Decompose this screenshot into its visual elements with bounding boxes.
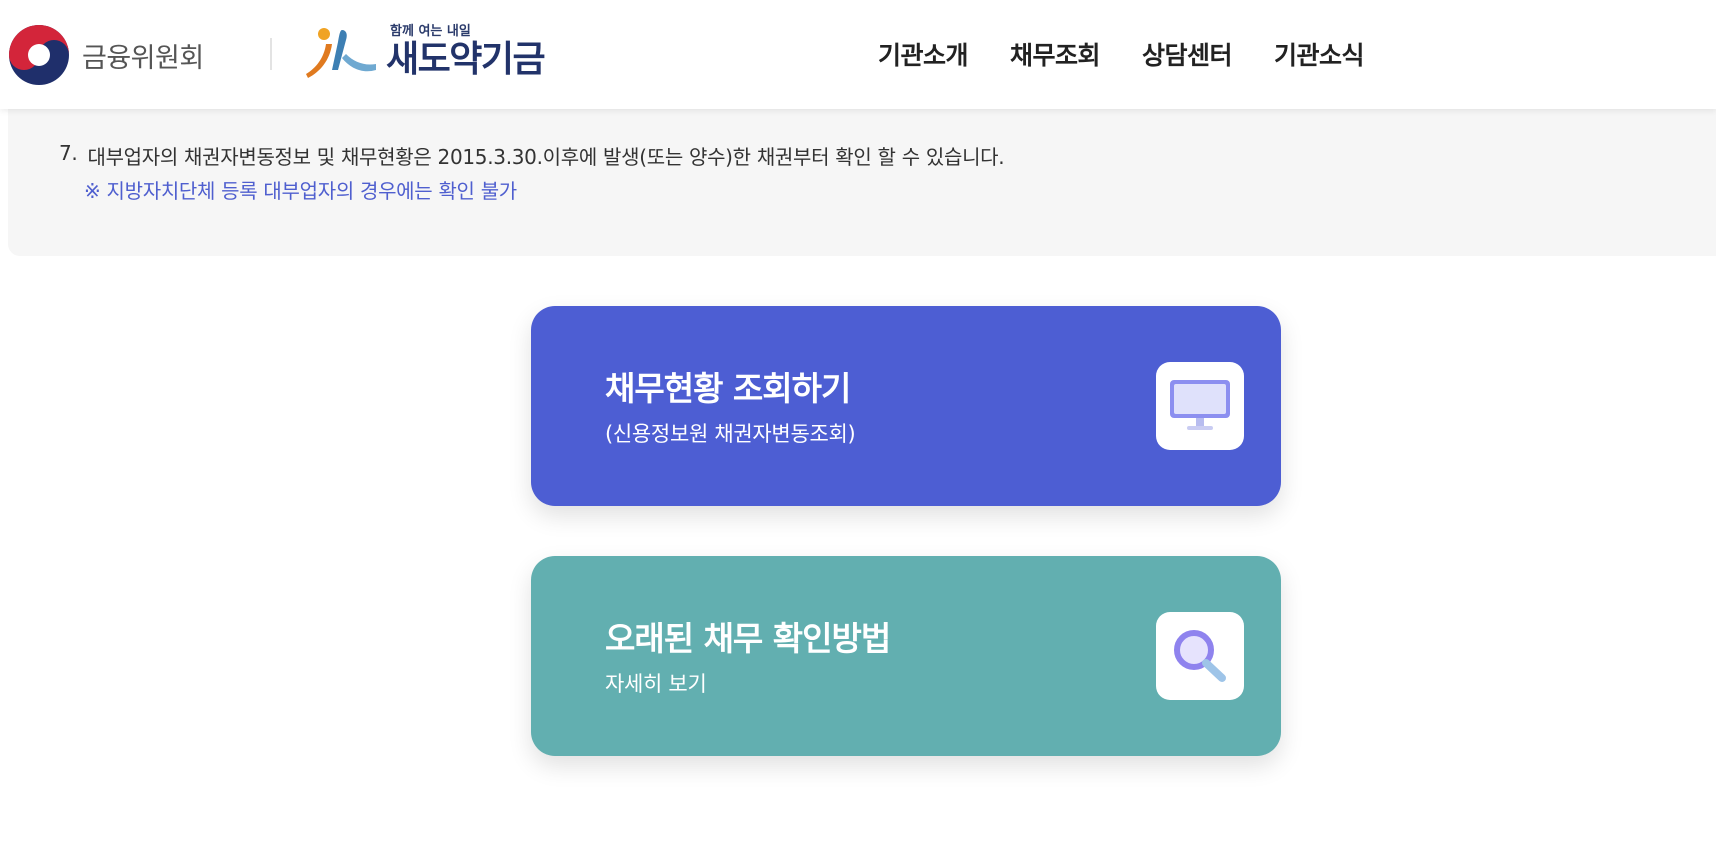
- card-icon-box: [1156, 612, 1244, 700]
- brand-logo[interactable]: 함께 여는 내일 새도약기금: [302, 24, 546, 80]
- card-title: 오래된 채무 확인방법: [605, 619, 891, 658]
- taegeuk-emblem-icon: [9, 25, 69, 85]
- card-subtitle: (신용정보원 채권자변동조회): [605, 422, 856, 446]
- main-nav: 기관소개 채무조회 상담센터 기관소식: [878, 36, 1365, 72]
- magnifier-icon: [1174, 630, 1226, 682]
- notice-text: 대부업자의 채권자변동정보 및 채무현황은 2015.3.30.이후에 발생(또…: [87, 145, 1005, 169]
- notice-number: 7.: [59, 141, 78, 165]
- card-subtitle: 자세히 보기: [605, 672, 707, 696]
- nav-item-debt-inquiry[interactable]: 채무조회: [1010, 36, 1101, 72]
- brand-tagline: 함께 여는 내일: [390, 24, 471, 39]
- nav-item-about[interactable]: 기관소개: [878, 36, 969, 72]
- notice-footnote: ※ 지방자치단체 등록 대부업자의 경우에는 확인 불가: [84, 179, 517, 203]
- debt-status-inquiry-card[interactable]: 채무현황 조회하기 (신용정보원 채권자변동조회): [531, 306, 1281, 506]
- brand-mark-icon: [306, 28, 376, 78]
- header-divider: [270, 38, 272, 70]
- brand-name: 새도약기금: [386, 39, 546, 80]
- fsc-logo[interactable]: 금융위원회: [8, 24, 204, 86]
- nav-item-counseling[interactable]: 상담센터: [1142, 36, 1233, 72]
- monitor-icon: [1170, 380, 1230, 430]
- site-header: 금융위원회 함께 여는 내일 새도약기금 기관소개 채무조회 상담센터 기관소식: [0, 0, 1716, 109]
- old-debt-guide-card[interactable]: 오래된 채무 확인방법 자세히 보기: [531, 556, 1281, 756]
- nav-item-news[interactable]: 기관소식: [1274, 36, 1365, 72]
- gov-agency-name: 금융위원회: [82, 42, 204, 74]
- card-title: 채무현황 조회하기: [605, 369, 851, 408]
- notice-item-7: 7. 대부업자의 채권자변동정보 및 채무현황은 2015.3.30.이후에 발…: [59, 141, 1005, 170]
- notice-box: [8, 90, 1716, 256]
- card-icon-box: [1156, 362, 1244, 450]
